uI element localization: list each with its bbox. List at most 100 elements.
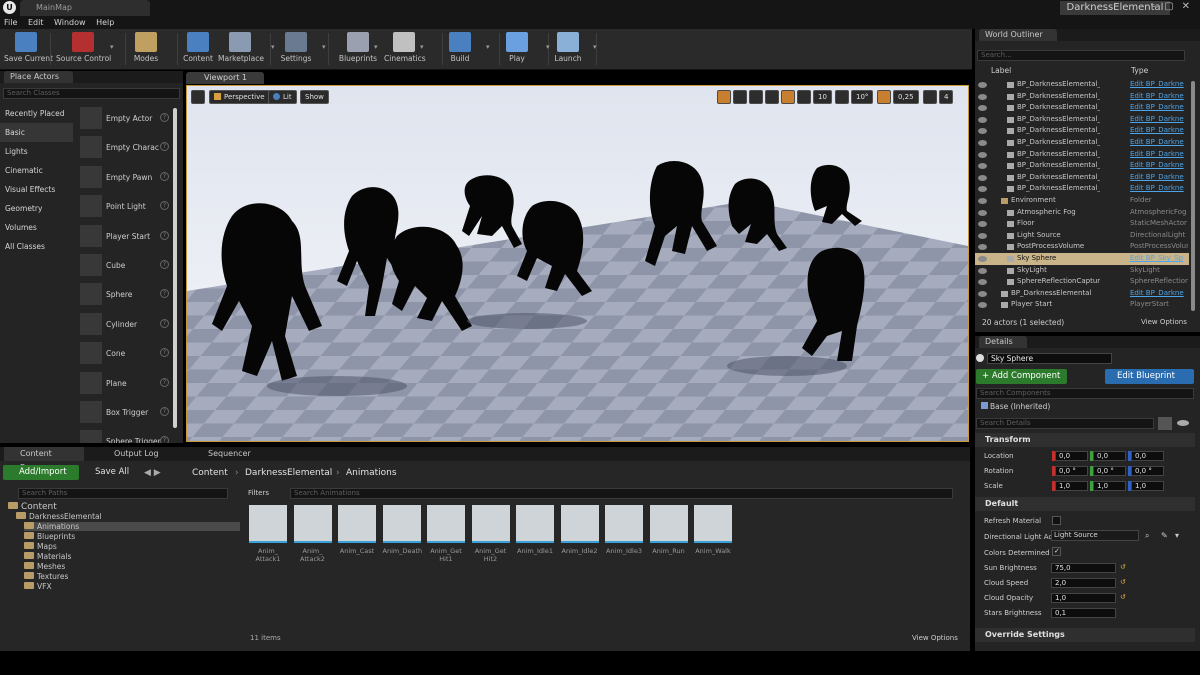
dropdown-arrow-icon[interactable]: ▾ bbox=[546, 43, 550, 51]
search-components-input[interactable]: Search Components bbox=[976, 388, 1194, 399]
visibility-eye-icon[interactable] bbox=[978, 221, 987, 228]
asset-tile[interactable]: Anim_ Attack1 bbox=[249, 505, 287, 563]
reset-to-default-icon[interactable]: ↺ bbox=[1120, 593, 1126, 601]
place-actors-tab[interactable]: Place Actors bbox=[0, 71, 183, 83]
directional-light-dropdown[interactable]: Light Source bbox=[1051, 530, 1139, 541]
outliner-type[interactable]: Edit BP_Darkne bbox=[1130, 125, 1188, 137]
visibility-eye-icon[interactable] bbox=[978, 82, 987, 88]
outliner-row[interactable]: BP_DarknessElemental_Walk Edit BP_Darkne bbox=[975, 183, 1189, 195]
outliner-view-options[interactable]: View Options bbox=[1141, 318, 1187, 326]
breadcrumb-content[interactable]: Content bbox=[192, 468, 228, 478]
settings-button[interactable]: Settings bbox=[278, 29, 314, 69]
visibility-eye-icon[interactable] bbox=[978, 163, 987, 170]
outliner-row[interactable]: BP_DarknessElemental_GetHit Edit BP_Darkn… bbox=[975, 125, 1189, 137]
add-component-button[interactable]: + Add Component bbox=[976, 369, 1067, 384]
cinematics-button[interactable]: Cinematics bbox=[384, 29, 426, 69]
search-details-input[interactable]: Search Details bbox=[976, 418, 1154, 429]
edit-blueprint-button[interactable]: Edit Blueprint bbox=[1105, 369, 1194, 384]
reset-to-default-icon[interactable]: ↺ bbox=[1120, 563, 1126, 571]
actor-item-player-start[interactable]: Player Start? bbox=[77, 222, 171, 251]
outliner-row[interactable]: BP_DarknessElemental_Run Edit BP_Darkne bbox=[975, 172, 1189, 184]
outliner-row[interactable]: Floor StaticMeshActor bbox=[975, 218, 1189, 230]
dropdown-arrow-icon[interactable]: ▾ bbox=[593, 43, 597, 51]
outliner-row[interactable]: Environment Folder bbox=[975, 195, 1189, 207]
actor-item-empty-pawn[interactable]: Empty Pawn? bbox=[77, 163, 171, 192]
menu-edit[interactable]: Edit bbox=[24, 16, 48, 29]
asset-tile[interactable]: Anim_Cast bbox=[338, 505, 376, 555]
visibility-eye-icon[interactable] bbox=[978, 256, 987, 262]
menu-file[interactable]: File bbox=[0, 16, 21, 29]
actor-item-cone[interactable]: Cone? bbox=[77, 339, 171, 368]
tab-content-browser[interactable]: Content Browser bbox=[4, 447, 84, 472]
modes-button[interactable]: Modes bbox=[131, 29, 161, 69]
visibility-eye-icon[interactable] bbox=[978, 128, 987, 135]
filters-button[interactable]: Filters bbox=[248, 488, 288, 499]
actor-item-cylinder[interactable]: Cylinder? bbox=[77, 310, 171, 339]
scale-y-field[interactable]: 1,0 bbox=[1093, 481, 1126, 491]
world-outliner-tab[interactable]: World Outliner bbox=[975, 29, 1200, 41]
help-icon[interactable]: ? bbox=[160, 318, 169, 328]
transform-section[interactable]: Transform bbox=[975, 433, 1195, 447]
outliner-type[interactable]: Edit BP_Darkne bbox=[1130, 102, 1188, 114]
visibility-eye-icon[interactable] bbox=[978, 267, 987, 274]
surface-snap-icon[interactable] bbox=[781, 90, 795, 104]
outliner-row[interactable]: Sky Sphere Edit BP_Sky_Sp bbox=[975, 253, 1189, 265]
window-controls[interactable]: –▢✕ bbox=[1151, 1, 1198, 12]
dropdown-arrow-icon[interactable]: ▾ bbox=[322, 43, 326, 51]
outliner-row[interactable]: SphereReflectionCapture SphereReflection bbox=[975, 276, 1189, 288]
visibility-eye-icon[interactable] bbox=[978, 198, 987, 204]
outliner-col-label[interactable]: Label bbox=[991, 66, 1011, 75]
scale-snap-icon[interactable] bbox=[877, 90, 891, 104]
asset-tile[interactable]: Anim_Run bbox=[649, 505, 688, 555]
outliner-row[interactable]: BP_DarknessElemental_GetHit Edit BP_Darkn… bbox=[975, 114, 1189, 126]
viewport[interactable]: Perspective Lit Show 10 10° 0,25 4 bbox=[186, 85, 969, 442]
tab-sequencer[interactable]: Sequencer bbox=[192, 447, 251, 461]
viewport-options-chevron-icon[interactable] bbox=[191, 90, 205, 104]
dropdown-arrow-icon[interactable]: ▾ bbox=[374, 43, 378, 51]
outliner-row[interactable]: BP_DarknessElemental_Idle3 Edit BP_Darkne bbox=[975, 160, 1189, 172]
viewport-tab[interactable]: Viewport 1 bbox=[186, 72, 264, 84]
help-icon[interactable]: ? bbox=[160, 259, 169, 269]
asset-tile[interactable]: Anim_Get Hit2 bbox=[471, 505, 510, 563]
outliner-row[interactable]: BP_DarknessElemental_Cast Edit BP_Darkne bbox=[975, 91, 1189, 103]
content-button[interactable]: Content bbox=[183, 29, 213, 69]
category-geometry[interactable]: Geometry bbox=[0, 199, 73, 218]
scale-snap-value[interactable]: 0,25 bbox=[893, 90, 919, 104]
help-icon[interactable]: ? bbox=[160, 289, 169, 299]
actor-item-empty-charac[interactable]: Empty Charac? bbox=[77, 133, 171, 162]
outliner-type[interactable]: Edit BP_Darkne bbox=[1130, 288, 1188, 300]
dropdown-arrow-icon[interactable]: ▾ bbox=[110, 43, 114, 51]
help-icon[interactable]: ? bbox=[160, 201, 169, 211]
cloud-opacity-field[interactable]: 1,0 bbox=[1051, 593, 1116, 603]
visibility-eye-icon[interactable] bbox=[978, 279, 987, 286]
search-paths-input[interactable]: Search Paths bbox=[18, 488, 228, 499]
asset-tile[interactable]: Anim_Death bbox=[382, 505, 422, 555]
help-icon[interactable]: ? bbox=[160, 113, 169, 122]
pick-actor-icon[interactable]: ✎ bbox=[1161, 531, 1168, 540]
colors-determined-checkbox[interactable] bbox=[1052, 547, 1061, 556]
save-current-button[interactable]: Save Current bbox=[4, 29, 53, 69]
location-y-field[interactable]: 0,0 bbox=[1093, 451, 1126, 461]
folder-textures[interactable]: Textures bbox=[24, 572, 68, 581]
override-settings-section[interactable]: Override Settings bbox=[975, 628, 1195, 642]
actor-name-field[interactable]: Sky Sphere bbox=[987, 353, 1112, 364]
default-section[interactable]: Default bbox=[975, 497, 1195, 511]
lit-button[interactable]: Lit bbox=[268, 90, 297, 104]
visibility-eye-icon[interactable] bbox=[978, 174, 987, 181]
marketplace-button[interactable]: Marketplace bbox=[218, 29, 264, 69]
category-volumes[interactable]: Volumes bbox=[0, 218, 73, 237]
asset-tile[interactable]: Anim_Idle2 bbox=[560, 505, 599, 555]
category-cinematic[interactable]: Cinematic bbox=[0, 161, 73, 180]
help-icon[interactable]: ? bbox=[160, 142, 169, 152]
outliner-type[interactable]: Edit BP_Darkne bbox=[1130, 137, 1188, 149]
outliner-search-input[interactable]: Search... bbox=[977, 50, 1185, 61]
outliner-row[interactable]: BP_DarknessElemental_Attack Edit BP_Darkn… bbox=[975, 79, 1189, 91]
location-x-field[interactable]: 0,0 bbox=[1055, 451, 1088, 461]
grid-view-icon[interactable] bbox=[1158, 417, 1172, 430]
menu-window[interactable]: Window bbox=[50, 16, 90, 29]
scale-tool-icon[interactable] bbox=[749, 90, 763, 104]
visibility-eye-icon[interactable] bbox=[978, 93, 987, 100]
browse-icon[interactable]: ⌕ bbox=[1145, 531, 1149, 541]
visibility-eye-icon[interactable] bbox=[978, 116, 987, 123]
search-assets-input[interactable]: Search Animations bbox=[290, 488, 953, 499]
